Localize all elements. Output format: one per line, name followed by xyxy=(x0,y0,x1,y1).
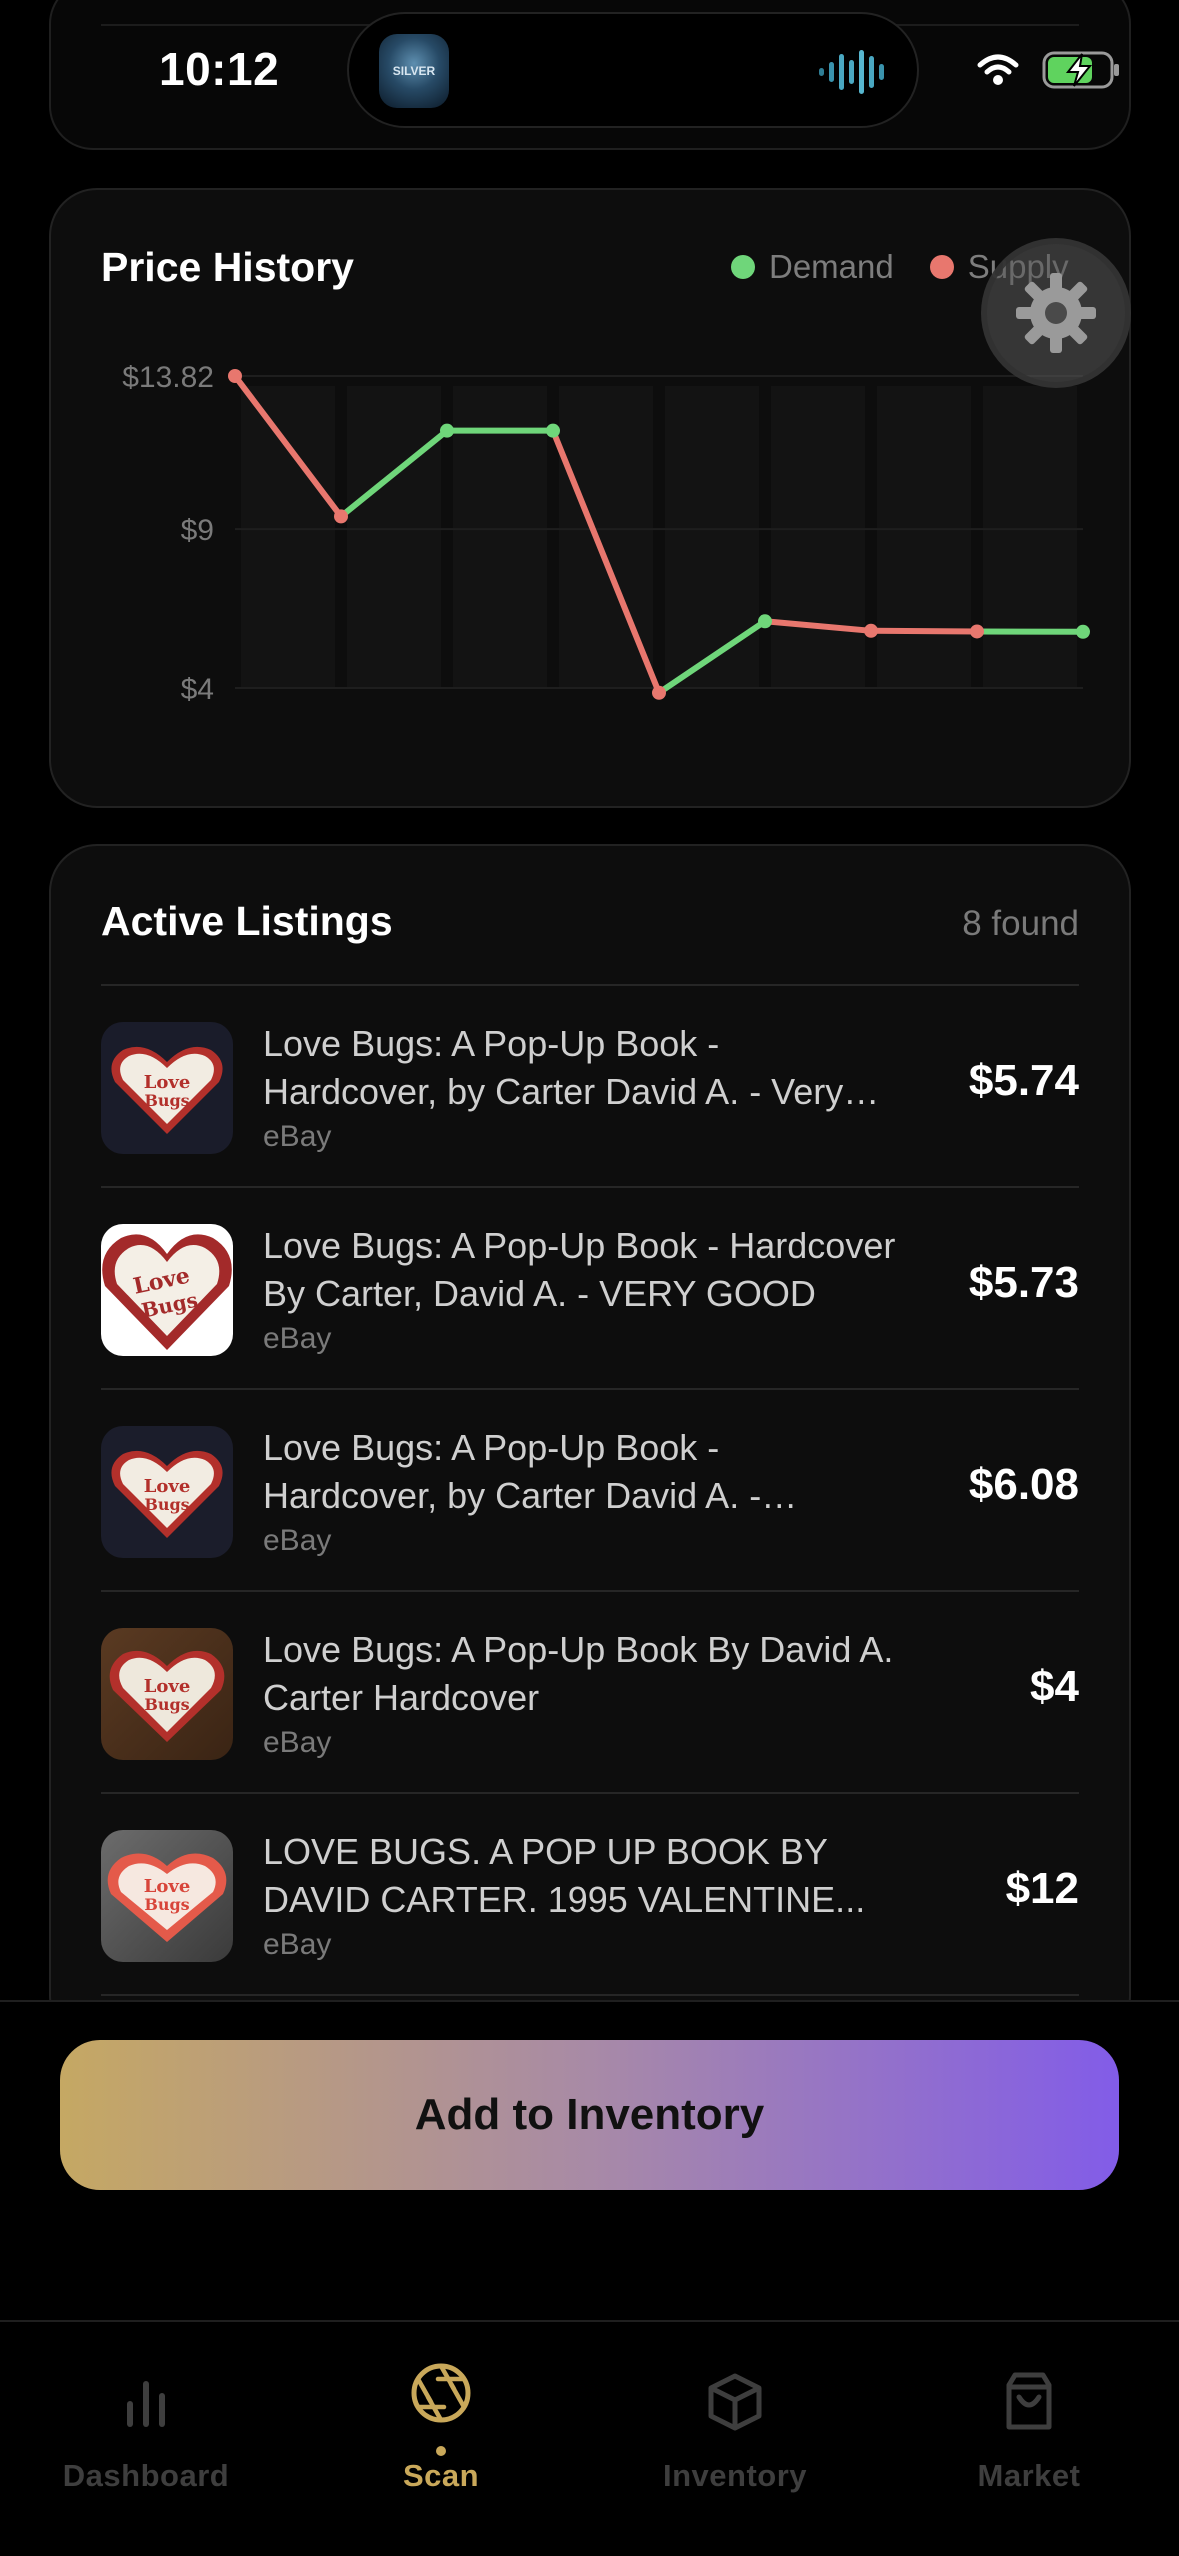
bottom-bar: Add to Inventory Dashboard Scan Inventor… xyxy=(0,2000,1179,2556)
tab-inventory-label: Inventory xyxy=(662,2458,808,2493)
chart-point xyxy=(1076,624,1090,639)
listing-row[interactable]: Love Bugs Love Bugs: A Pop-Up Book By Da… xyxy=(101,1592,1079,1794)
listing-source: eBay xyxy=(263,1524,332,1557)
gear-icon xyxy=(1016,273,1096,353)
tab-scan[interactable]: Scan xyxy=(311,2362,571,2494)
settings-button[interactable] xyxy=(981,238,1131,388)
status-icons xyxy=(976,50,1122,90)
chart-point xyxy=(546,423,560,438)
aperture-icon xyxy=(411,2363,471,2423)
svg-text:Bugs: Bugs xyxy=(144,1091,189,1110)
chart-point xyxy=(228,369,242,383)
listing-title: Love Bugs: A Pop-Up Book - Hardcover By … xyxy=(263,1225,896,1314)
listing-title: Love Bugs: A Pop-Up Book - Hardcover, by… xyxy=(263,1427,762,1516)
chart-background-bar xyxy=(877,386,971,688)
tab-dashboard[interactable]: Dashboard xyxy=(16,2362,276,2494)
svg-text:Love: Love xyxy=(144,1476,191,1497)
active-listings-title: Active Listings xyxy=(101,898,393,944)
listing-thumbnail: Love Bugs xyxy=(101,1628,233,1760)
listing-price: $6.08 xyxy=(968,1460,1079,1509)
chart-segment xyxy=(868,627,980,635)
svg-text:Bugs: Bugs xyxy=(144,1895,189,1914)
now-playing-artwork: SILVER xyxy=(379,34,449,108)
listing-price: $5.74 xyxy=(968,1056,1079,1105)
chart-point xyxy=(652,685,666,700)
y-tick-label: $13.82 xyxy=(122,361,214,394)
listing-thumbnail: Love Bugs xyxy=(101,1830,233,1962)
listing-source: eBay xyxy=(263,1120,332,1153)
chart-point xyxy=(440,423,454,438)
listing-thumbnail: Love Bugs xyxy=(101,1224,233,1356)
active-tab-indicator xyxy=(436,2446,446,2456)
listing-row[interactable]: Love Bugs Love Bugs: A Pop-Up Book - Har… xyxy=(101,1390,1079,1592)
listing-source: eBay xyxy=(263,1726,332,1759)
dynamic-island[interactable]: SILVER xyxy=(347,12,919,128)
listing-price: $4 xyxy=(1030,1662,1079,1711)
tab-market-label: Market xyxy=(977,2458,1081,2493)
audio-wave-icon xyxy=(819,50,884,94)
tab-market[interactable]: Market xyxy=(899,2362,1159,2494)
chart-point xyxy=(334,509,348,524)
book-cover-heart-icon: Love Bugs xyxy=(111,1046,223,1134)
battery-charging-icon xyxy=(1042,51,1119,89)
chart-background-bar xyxy=(983,386,1077,688)
svg-text:Love: Love xyxy=(144,1876,191,1897)
chart-point xyxy=(758,614,772,629)
shopping-bag-icon xyxy=(1006,2372,1052,2430)
status-card: 10:12 SILVER xyxy=(49,0,1131,150)
active-listings-card: Active Listings 8 found Love Bugs Love B… xyxy=(49,844,1131,2044)
listing-source: eBay xyxy=(263,1322,332,1355)
price-history-card: Price History Demand Supply $13.82$9$4 xyxy=(49,188,1131,808)
listing-row[interactable]: Love Bugs Love Bugs: A Pop-Up Book - Har… xyxy=(101,986,1079,1188)
tab-dashboard-label: Dashboard xyxy=(62,2458,230,2493)
listings-count: 8 found xyxy=(962,904,1079,943)
chart-background-bar xyxy=(771,386,865,688)
price-history-chart[interactable]: $13.82 $9 $4 xyxy=(51,190,1133,810)
row-divider xyxy=(101,1994,1079,1996)
svg-text:Bugs: Bugs xyxy=(144,1695,189,1714)
chart-point xyxy=(970,624,984,639)
wifi-icon xyxy=(977,54,1019,85)
chart-point xyxy=(864,623,878,638)
listing-price: $12 xyxy=(1005,1864,1079,1913)
status-time: 10:12 xyxy=(159,43,280,95)
chart-background-bar xyxy=(241,386,335,688)
listing-source: eBay xyxy=(263,1928,332,1961)
chart-background-bar xyxy=(347,386,441,688)
listing-thumbnail: Love Bugs xyxy=(101,1426,233,1558)
book-cover-heart-icon: Love Bugs xyxy=(107,1853,227,1942)
listing-thumbnail: Love Bugs xyxy=(101,1022,233,1154)
book-cover-heart-icon: Love Bugs xyxy=(111,1450,223,1538)
tab-inventory[interactable]: Inventory xyxy=(605,2362,865,2494)
add-to-inventory-button[interactable]: Add to Inventory xyxy=(60,2040,1119,2190)
svg-text:Love: Love xyxy=(144,1676,191,1697)
listing-price: $5.73 xyxy=(968,1258,1079,1307)
tab-bar: Dashboard Scan Inventory Market xyxy=(0,2320,1179,2556)
book-cover-heart-icon: Love Bugs xyxy=(109,1650,225,1742)
chart-background-bar xyxy=(665,386,759,688)
listing-title: LOVE BUGS. A POP UP BOOK BY DAVID CARTER… xyxy=(263,1831,866,1920)
bar-chart-icon xyxy=(127,2381,165,2427)
y-tick-label: $4 xyxy=(181,673,214,706)
book-cover-heart-icon: Love Bugs xyxy=(102,1234,232,1350)
svg-text:Bugs: Bugs xyxy=(144,1495,189,1514)
listing-row[interactable]: Love Bugs LOVE BUGS. A POP UP BOOK BY DA… xyxy=(101,1794,1079,1996)
svg-text:Love: Love xyxy=(144,1072,191,1093)
listing-title: Love Bugs: A Pop-Up Book - Hardcover, by… xyxy=(263,1023,844,1112)
listing-title: Love Bugs: A Pop-Up Book By David A. Car… xyxy=(263,1629,894,1718)
listing-row[interactable]: Love Bugs Love Bugs: A Pop-Up Book - Har… xyxy=(101,1188,1079,1390)
y-tick-label: $9 xyxy=(181,514,214,547)
box-icon xyxy=(708,2373,762,2431)
tab-scan-label: Scan xyxy=(402,2458,480,2493)
